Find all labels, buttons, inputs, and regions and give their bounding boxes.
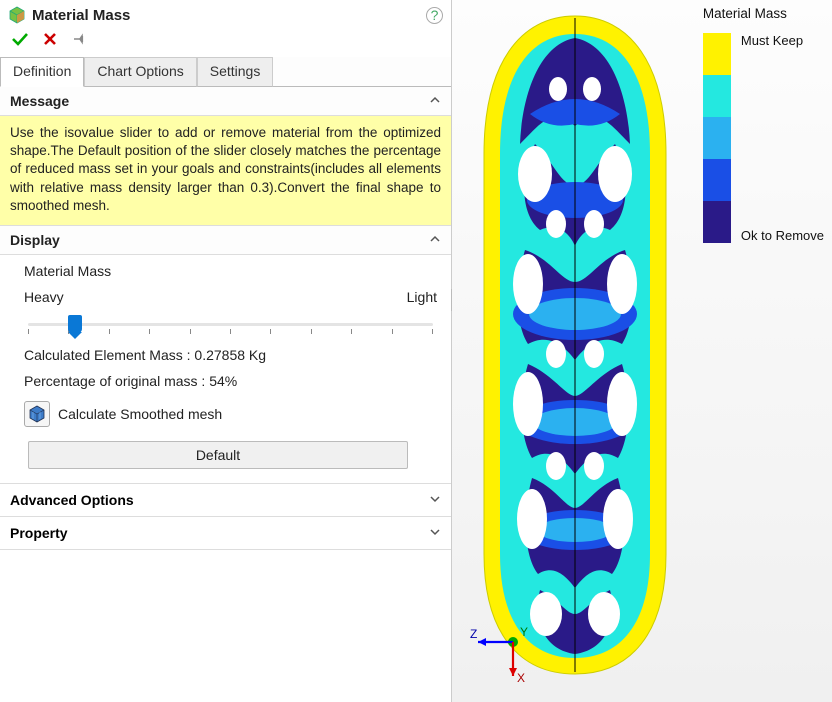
- color-legend: Material Mass Must Keep Ok to Remove: [703, 6, 824, 243]
- default-button[interactable]: Default: [28, 441, 408, 469]
- message-section-header[interactable]: Message: [0, 87, 451, 116]
- slider-light-label: Light: [407, 289, 437, 305]
- pin-icon[interactable]: [72, 32, 88, 51]
- legend-colorbar: [703, 33, 731, 243]
- help-icon[interactable]: ?: [426, 7, 443, 24]
- advanced-options-header[interactable]: Advanced Options: [0, 483, 451, 517]
- chevron-down-icon: [429, 492, 441, 508]
- percentage-mass-label: Percentage of original mass : 54%: [24, 373, 437, 389]
- advanced-options-title: Advanced Options: [10, 492, 134, 508]
- legend-bottom-label: Ok to Remove: [741, 228, 824, 243]
- isovalue-slider[interactable]: [24, 307, 437, 337]
- chevron-up-icon: [429, 232, 441, 248]
- legend-swatch-3: [703, 159, 731, 201]
- legend-top-label: Must Keep: [741, 33, 824, 48]
- slider-ticks: [28, 329, 433, 334]
- slider-thumb[interactable]: [68, 315, 82, 333]
- tab-settings[interactable]: Settings: [197, 57, 274, 87]
- confirm-row: [0, 28, 451, 57]
- message-body: Use the isovalue slider to add or remove…: [0, 116, 451, 226]
- material-mass-label: Material Mass: [24, 263, 437, 279]
- legend-title: Material Mass: [703, 6, 824, 21]
- display-body: Material Mass Heavy Light Calculated Ele…: [0, 255, 451, 483]
- property-header[interactable]: Property: [0, 517, 451, 550]
- legend-swatch-0: [703, 33, 731, 75]
- chevron-up-icon: [429, 93, 441, 109]
- view-triad[interactable]: Z X Y: [468, 626, 538, 688]
- tab-row: Definition Chart Options Settings: [0, 57, 451, 87]
- smoothed-mesh-label: Calculate Smoothed mesh: [58, 406, 222, 422]
- legend-labels: Must Keep Ok to Remove: [741, 33, 824, 243]
- calculate-smoothed-mesh-icon[interactable]: [24, 401, 50, 427]
- graphics-viewport[interactable]: Material Mass Must Keep Ok to Remove: [452, 0, 832, 702]
- panel-title: Material Mass: [32, 7, 130, 24]
- slider-track: [28, 323, 433, 326]
- triad-x-label: X: [517, 671, 525, 685]
- accept-icon[interactable]: [12, 32, 28, 51]
- triad-z-label: Z: [470, 627, 477, 641]
- legend-swatch-1: [703, 75, 731, 117]
- triad-y-label: Y: [520, 626, 528, 639]
- display-section-header[interactable]: Display: [0, 226, 451, 255]
- slider-heavy-label: Heavy: [24, 289, 64, 305]
- calculated-mass-label: Calculated Element Mass : 0.27858 Kg: [24, 347, 437, 363]
- tab-chart-options[interactable]: Chart Options: [84, 57, 196, 87]
- smoothed-mesh-row: Calculate Smoothed mesh: [24, 401, 437, 427]
- display-title: Display: [10, 232, 60, 248]
- cancel-icon[interactable]: [42, 32, 58, 51]
- chevron-down-icon: [429, 525, 441, 541]
- topology-result-model: [480, 14, 670, 678]
- legend-swatch-4: [703, 201, 731, 243]
- legend-swatch-2: [703, 117, 731, 159]
- material-mass-icon: [8, 6, 26, 24]
- slider-end-labels: Heavy Light: [24, 289, 437, 305]
- panel-header: Material Mass ?: [0, 0, 451, 28]
- property-panel: Material Mass ? Definition Chart Options…: [0, 0, 452, 702]
- message-title: Message: [10, 93, 69, 109]
- property-title: Property: [10, 525, 68, 541]
- tab-definition[interactable]: Definition: [0, 57, 84, 87]
